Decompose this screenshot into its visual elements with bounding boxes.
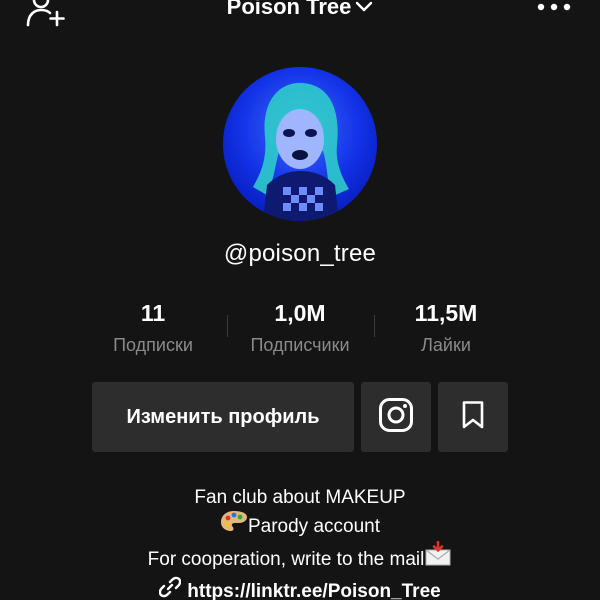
edit-profile-button[interactable]: Изменить профиль [92, 382, 354, 452]
following-count: 11 [140, 300, 166, 326]
palette-icon [220, 509, 248, 541]
more-dots-icon[interactable] [536, 0, 572, 16]
bio-line: For cooperation, write to the mail [0, 540, 600, 577]
envelope-arrow-icon [424, 540, 452, 575]
bookmark-icon [461, 400, 485, 435]
stat-followers[interactable]: 1,0M Подписчики [220, 298, 380, 358]
bio-line: Fan club about MAKEUP [194, 487, 406, 508]
avatar[interactable] [223, 67, 377, 221]
likes-label: Лайки [421, 335, 471, 355]
bio-text: For cooperation, write to the mail [147, 549, 425, 571]
instagram-icon [378, 397, 414, 438]
favorites-button[interactable] [438, 382, 508, 452]
username: @poison_tree [223, 240, 377, 267]
chevron-down-icon [355, 0, 373, 19]
stat-following[interactable]: 11 Подписки [73, 298, 233, 358]
following-label: Подписки [113, 335, 193, 355]
likes-count: 11,5M [414, 300, 478, 326]
instagram-button[interactable] [361, 382, 431, 452]
followers-label: Подписчики [250, 335, 350, 355]
followers-count: 1,0M [274, 300, 326, 326]
profile-link[interactable]: https://linktr.ee/Poison_Tree [0, 576, 600, 600]
bio-line: Parody account [0, 511, 600, 543]
profile-bio: Fan club about MAKEUP Parody account For… [0, 484, 600, 577]
profile-screen: Poison Tree @poison_tree 11 Подписки 1,0… [0, 0, 600, 600]
link-icon [159, 576, 182, 600]
page-title: Poison Tree [226, 0, 352, 19]
bio-text: Parody account [247, 516, 381, 538]
account-switcher[interactable]: Poison Tree [0, 0, 600, 21]
stat-likes[interactable]: 11,5M Лайки [366, 298, 526, 358]
link-text: https://linktr.ee/Poison_Tree [187, 581, 441, 600]
